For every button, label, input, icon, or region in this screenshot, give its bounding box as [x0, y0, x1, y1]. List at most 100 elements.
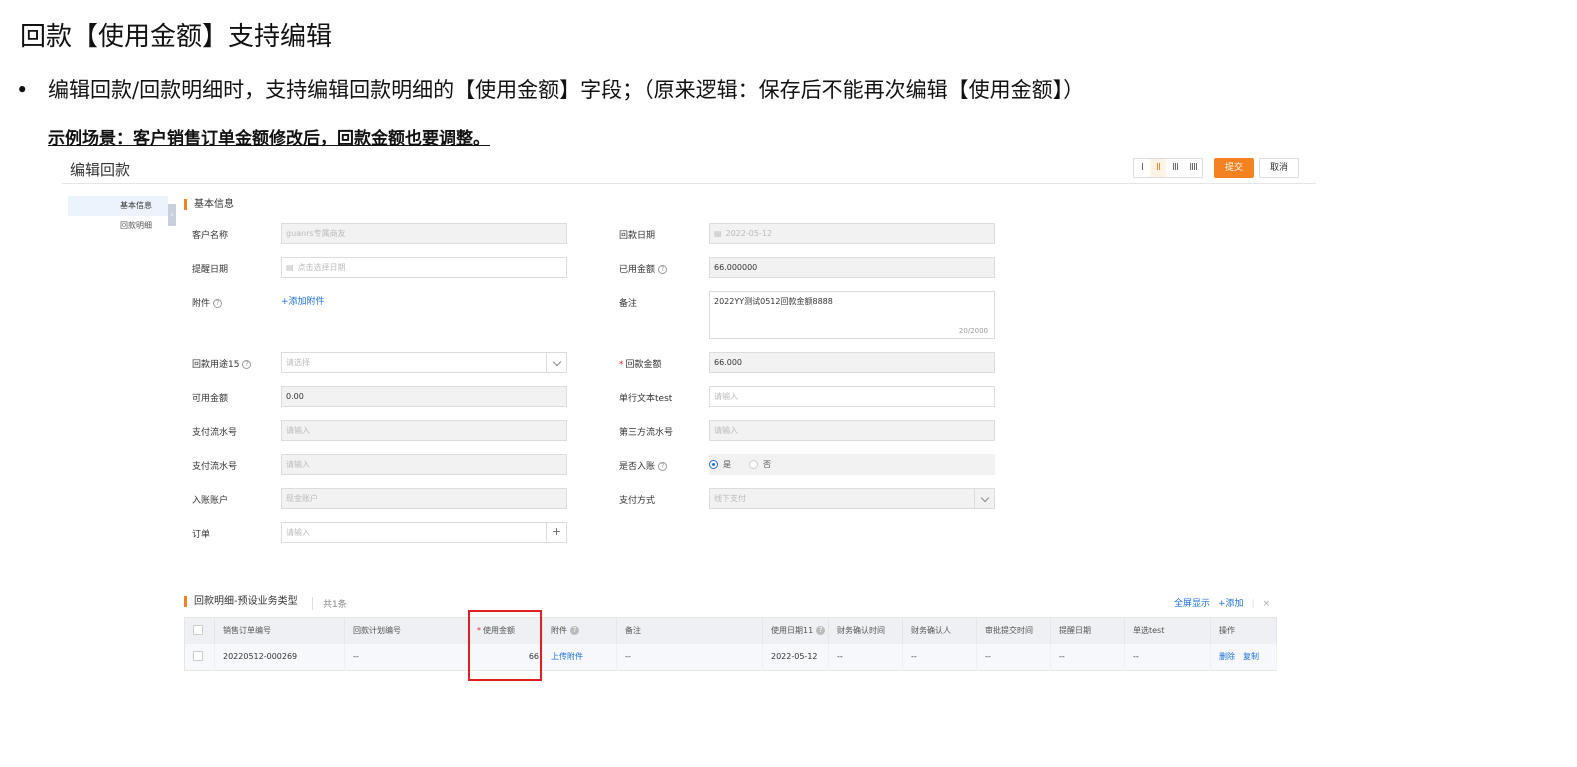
amount-label: * 回款金额: [619, 360, 662, 370]
col-attachment: 附件?: [542, 617, 617, 644]
side-nav-item-detail[interactable]: 回款明细: [68, 216, 168, 236]
account-label: 入账账户: [192, 496, 229, 506]
col-order-no: 销售订单编号: [214, 617, 345, 644]
cell-remind-date: --: [1050, 643, 1125, 671]
col-operation: 操作: [1210, 617, 1277, 644]
fullscreen-link[interactable]: 全屏显示: [1174, 599, 1210, 609]
layout-4-col[interactable]: IIII: [1184, 159, 1202, 177]
delete-row-link[interactable]: 删除: [1219, 652, 1235, 661]
help-icon[interactable]: ?: [242, 360, 252, 369]
purpose-select[interactable]: 请选择: [281, 352, 567, 373]
scenario-text: 示例场景：客户销售订单金额修改后，回款金额也要调整。: [48, 129, 490, 149]
single-text-label: 单行文本test: [619, 394, 673, 404]
layout-1-col[interactable]: I: [1134, 159, 1150, 177]
cell-order-no: 20220512-000269: [214, 643, 345, 671]
booked-label: 是否入账?: [619, 459, 668, 472]
col-use-date: 使用日期11?: [762, 617, 829, 644]
chevron-down-icon[interactable]: [974, 489, 994, 508]
used-amount-field[interactable]: 66.000000: [709, 257, 995, 278]
collapse-icon[interactable]: ‹: [168, 204, 176, 226]
col-radio-test: 单选test: [1124, 617, 1211, 644]
add-attachment-link[interactable]: +添加附件: [281, 294, 325, 307]
used-amount-label: 已用金额?: [619, 262, 668, 275]
layout-3-col[interactable]: III: [1166, 159, 1184, 177]
col-submit-time: 审批提交时间: [976, 617, 1051, 644]
add-detail-link[interactable]: +添加: [1218, 599, 1244, 609]
pay-serial-label: 支付流水号: [192, 428, 238, 438]
column-layout-switch: I II III IIII: [1133, 158, 1203, 178]
attachment-label: 附件?: [192, 296, 223, 309]
cell-plan-no: --: [344, 643, 469, 671]
purpose-label: 回款用途15?: [192, 357, 252, 370]
amount-field[interactable]: 66.000: [709, 352, 995, 373]
pay-serial2-field[interactable]: 请输入: [281, 454, 567, 475]
pay-serial-field[interactable]: 请输入: [281, 420, 567, 441]
remark-char-count: 20/2000: [958, 327, 988, 335]
page-title: 编辑回款: [70, 161, 131, 179]
cell-use-date: 2022-05-12: [762, 643, 829, 671]
single-text-field[interactable]: 请输入: [709, 386, 995, 407]
col-plan-no: 回款计划编号: [344, 617, 469, 644]
detail-count: 共1条: [312, 597, 347, 610]
detail-actions: 全屏显示 +添加 | ×: [1174, 599, 1271, 609]
table-header-row: 销售订单编号 回款计划编号 * 使用金额 附件? 备注 使用日期11? 财务确认时…: [184, 617, 1277, 644]
chevron-down-icon[interactable]: [546, 353, 566, 372]
customer-label: 客户名称: [192, 231, 229, 241]
requirement-text: 编辑回款/回款明细时，支持编辑回款明细的【使用金额】字段；（原来逻辑：保存后不能…: [48, 78, 1085, 102]
doc-title: 回款【使用金额】支持编辑: [20, 22, 333, 52]
detail-table: 销售订单编号 回款计划编号 * 使用金额 附件? 备注 使用日期11? 财务确认时…: [184, 617, 1277, 671]
requirement-bullet: • 编辑回款/回款明细时，支持编辑回款明细的【使用金额】字段；（原来逻辑：保存后不…: [16, 74, 1084, 104]
copy-row-link[interactable]: 复制: [1243, 652, 1259, 661]
payment-date-field[interactable]: ▤ 2022-05-12: [709, 223, 995, 244]
booked-radio-group: 是 否: [709, 454, 995, 475]
third-serial-label: 第三方流水号: [619, 428, 674, 438]
submit-button[interactable]: 提交: [1214, 158, 1254, 178]
cell-confirm-time: --: [828, 643, 903, 671]
radio-no[interactable]: 否: [749, 459, 771, 470]
section-title-basic: 基本信息: [184, 199, 234, 210]
add-order-button[interactable]: +: [546, 523, 566, 542]
remind-date-field[interactable]: ▤ 点击选择日期: [281, 257, 567, 278]
cell-operation: 删除 复制: [1210, 643, 1277, 671]
embedded-screenshot: 编辑回款 I II III IIII 提交 取消 基本信息 回款明细 ‹ 基本信…: [62, 150, 1318, 690]
cell-submit-time: --: [976, 643, 1051, 671]
help-icon[interactable]: ?: [658, 265, 668, 274]
third-serial-field[interactable]: 请输入: [709, 420, 995, 441]
layout-2-col[interactable]: II: [1150, 159, 1166, 177]
cell-remark: --: [616, 643, 763, 671]
remark-label: 备注: [619, 299, 638, 309]
available-label: 可用金额: [192, 394, 229, 404]
col-remark: 备注: [616, 617, 763, 644]
help-icon[interactable]: ?: [570, 626, 579, 636]
select-all-checkbox[interactable]: [184, 617, 215, 644]
cancel-button[interactable]: 取消: [1259, 158, 1299, 178]
pay-method-label: 支付方式: [619, 496, 656, 506]
col-remind-date: 提醒日期: [1050, 617, 1125, 644]
upload-attachment-link[interactable]: 上传附件: [542, 643, 617, 671]
order-label: 订单: [192, 530, 211, 540]
close-icon[interactable]: ×: [1263, 599, 1271, 609]
row-checkbox[interactable]: [184, 643, 215, 671]
calendar-icon: ▤: [286, 263, 294, 272]
calendar-icon: ▤: [714, 229, 722, 238]
side-nav-item-basic[interactable]: 基本信息: [68, 196, 168, 216]
account-field[interactable]: 现金账户: [281, 488, 567, 509]
app-header: 编辑回款 I II III IIII 提交 取消: [62, 150, 1316, 184]
order-field[interactable]: 请输入 +: [281, 522, 567, 543]
bullet-dot: •: [16, 78, 29, 102]
table-row: 20220512-000269 -- 66 上传附件 -- 2022-05-12…: [184, 643, 1277, 671]
customer-field[interactable]: guanrs专属商友: [281, 223, 567, 244]
payment-date-label: 回款日期: [619, 231, 656, 241]
radio-yes[interactable]: 是: [709, 459, 731, 470]
help-icon[interactable]: ?: [213, 299, 223, 308]
help-icon[interactable]: ?: [658, 462, 668, 471]
available-field[interactable]: 0.00: [281, 386, 567, 407]
pay-serial2-label: 支付流水号: [192, 462, 238, 472]
remark-text: 2022YY测试0512回款金额8888: [714, 297, 833, 306]
pay-method-select[interactable]: 线下支付: [709, 488, 995, 509]
help-icon[interactable]: ?: [816, 626, 826, 636]
side-nav: 基本信息 回款明细: [68, 196, 168, 236]
col-confirm-time: 财务确认时间: [828, 617, 903, 644]
remark-textarea[interactable]: 2022YY测试0512回款金额8888 20/2000: [709, 291, 995, 339]
section-title-detail: 回款明细-预设业务类型: [184, 596, 298, 607]
